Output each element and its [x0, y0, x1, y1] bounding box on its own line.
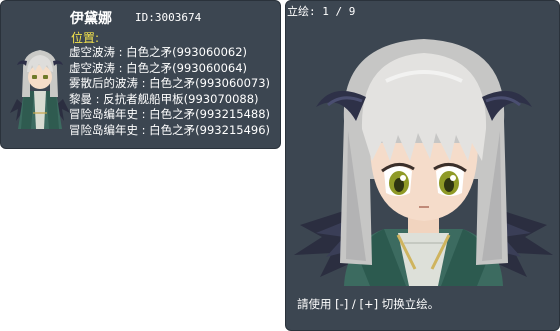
npc-portrait — [294, 39, 553, 286]
npc-thumbnail — [10, 50, 70, 129]
portrait-hint: 請使用 [-] / [+] 切换立绘。 — [297, 297, 440, 311]
location-entry: 雾散后的波涛 : 白色之矛(993060073) — [69, 76, 271, 90]
location-label: 位置: — [71, 31, 100, 45]
portrait-panel: 立绘: 1 / 9 請使用 [-] / [+] 切换立绘。 — [285, 0, 560, 331]
npc-id: ID:3003674 — [135, 11, 202, 24]
npc-info-panel: 伊黛娜 ID:3003674 位置: 虚空波涛 : 白色之矛(993060062… — [0, 0, 281, 149]
location-list: 虚空波涛 : 白色之矛(993060062) 虚空波涛 : 白色之矛(99306… — [69, 45, 270, 138]
location-entry: 黎曼 : 反抗者舰船甲板(993070088) — [69, 91, 259, 106]
location-entry: 冒险岛编年史 : 白色之矛(993215496) — [69, 122, 271, 137]
location-entry: 虚空波涛 : 白色之矛(993060064) — [69, 60, 248, 75]
location-entry: 冒险岛编年史 : 白色之矛(993215488) — [69, 107, 271, 121]
location-entry: 虚空波涛 : 白色之矛(993060062) — [69, 45, 248, 59]
